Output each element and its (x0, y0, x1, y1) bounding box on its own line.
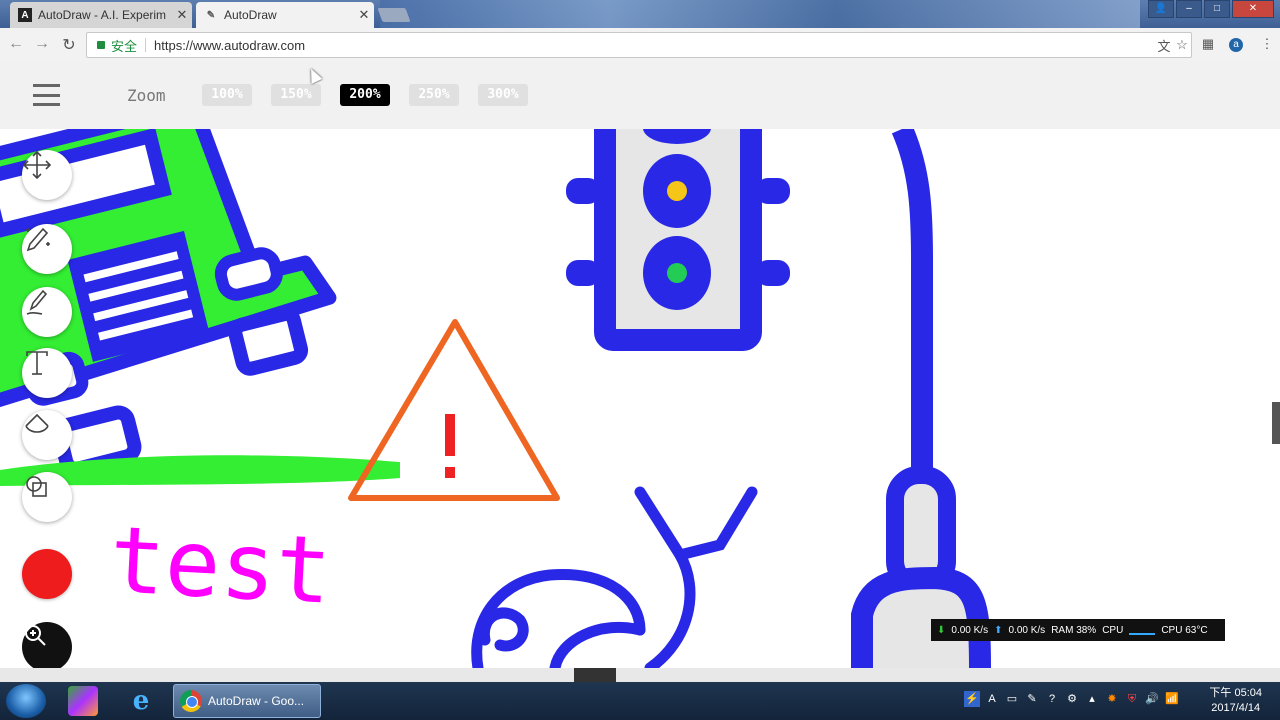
maximize-icon[interactable]: □ (1204, 0, 1230, 18)
tab-autodraw-experiments[interactable]: A AutoDraw - A.I. Experim ✕ (10, 2, 192, 28)
app-header: Zoom 100% 150% 200% 250% 300% (0, 62, 1280, 129)
reload-icon[interactable]: ↻ (59, 35, 79, 55)
vertical-scrollbar[interactable] (1272, 402, 1280, 444)
desktop-background (380, 0, 1140, 28)
zoom-200-button[interactable]: 200% (340, 84, 390, 106)
start-button[interactable] (6, 684, 46, 718)
tray-tool-icon[interactable]: ✎ (1024, 691, 1040, 707)
draw-tool-button[interactable] (22, 287, 72, 337)
system-tray: ⚡ A ▭ ✎ ? ⚙ ▴ ✸ ⛨ 🔊 📶 (964, 691, 1180, 707)
tray-app-icon[interactable]: ⚡ (964, 691, 980, 707)
tray-settings-icon[interactable]: ⚙ (1064, 691, 1080, 707)
account-icon[interactable]: a (1229, 38, 1243, 52)
zoom-150-button[interactable]: 150% (271, 84, 321, 106)
close-tab-icon[interactable]: ✕ (354, 7, 374, 23)
zoom-label: Zoom (127, 86, 166, 105)
window-controls: 👤 – □ ✕ (1148, 0, 1274, 18)
paint-bucket-icon (25, 413, 49, 433)
system-monitor-overlay: ⬇ 0.00 K/s ⬆ 0.00 K/s RAM 38% CPU CPU 63… (931, 619, 1225, 641)
fill-tool-button[interactable] (22, 410, 72, 460)
tab-autodraw[interactable]: ✎ AutoDraw ✕ (196, 2, 374, 28)
tab-title: AutoDraw - A.I. Experim (38, 8, 167, 22)
internet-explorer-icon[interactable]: e (126, 686, 156, 716)
magic-pencil-icon (26, 227, 50, 252)
hamburger-menu-icon[interactable] (33, 84, 60, 106)
type-tool-button[interactable] (22, 348, 72, 398)
translate-icon[interactable]: 文 (1155, 36, 1173, 55)
clock-date: 2017/4/14 (1211, 702, 1261, 714)
autodraw-favicon: A (18, 8, 32, 22)
tray-shield-icon[interactable]: ⛨ (1124, 691, 1140, 707)
zoom-in-icon (25, 625, 46, 646)
chrome-icon (180, 690, 202, 712)
forward-icon[interactable]: → (32, 35, 52, 53)
secure-label: 安全 (111, 38, 138, 54)
lock-icon (97, 41, 105, 49)
bookmark-star-icon[interactable]: ☆ (1173, 37, 1191, 53)
canvas-drawings: test (0, 129, 991, 668)
taskbar-task-label: AutoDraw - Goo... (208, 694, 305, 708)
horizontal-scrollbar-track[interactable] (0, 668, 1280, 682)
move-tool-button[interactable] (22, 150, 72, 200)
download-speed: 0.00 K/s (951, 624, 989, 636)
extension-icon[interactable]: ▦ (1199, 36, 1217, 52)
move-arrows-icon (22, 150, 52, 180)
network-icon[interactable]: 📶 (1164, 691, 1180, 707)
minimize-icon[interactable]: – (1176, 0, 1202, 18)
user-icon[interactable]: 👤 (1148, 0, 1174, 18)
traffic-light-drawing (566, 129, 790, 351)
tray-window-icon[interactable]: ▭ (1004, 691, 1020, 707)
upload-speed: 0.00 K/s (1008, 624, 1046, 636)
close-tab-icon[interactable]: ✕ (172, 7, 192, 23)
address-bar[interactable]: 安全 https://www.autodraw.com 文 ☆ (86, 32, 1192, 58)
pencil-icon (26, 289, 48, 315)
color-picker-button[interactable] (22, 549, 72, 599)
media-app-icon[interactable] (68, 686, 98, 716)
new-tab-button[interactable] (377, 8, 411, 22)
system-clock[interactable]: 下午 05:04 2017/4/14 (1209, 686, 1262, 716)
browser-toolbar: ← → ↻ 安全 https://www.autodraw.com 文 ☆ ▦ … (0, 28, 1280, 63)
windows-taskbar: e AutoDraw - Goo... ⚡ A ▭ ✎ ? ⚙ ▴ ✸ ⛨ 🔊 … (0, 682, 1280, 720)
back-icon[interactable]: ← (6, 35, 26, 53)
clock-time: 下午 05:04 (1209, 687, 1262, 699)
zoom-tool-button[interactable] (22, 622, 72, 668)
cpu-graph (1129, 625, 1156, 635)
browser-tab-strip: A AutoDraw - A.I. Experim ✕ ✎ AutoDraw ✕… (0, 0, 1280, 28)
horizontal-scrollbar-thumb[interactable] (574, 668, 616, 682)
drawing-canvas[interactable]: test (0, 129, 1280, 668)
autodraw-tool-button[interactable] (22, 224, 72, 274)
canvas-text-test: test (107, 506, 334, 624)
taskbar-chrome-autodraw[interactable]: AutoDraw - Goo... (173, 684, 321, 718)
close-window-icon[interactable]: ✕ (1232, 0, 1274, 18)
shapes-icon (26, 476, 47, 497)
street-lamp-drawing (851, 129, 991, 668)
text-t-icon (26, 351, 48, 375)
tray-security-icon[interactable]: ✸ (1104, 691, 1120, 707)
help-icon[interactable]: ? (1044, 691, 1060, 707)
snail-drawing (471, 486, 758, 668)
tab-title: AutoDraw (224, 8, 277, 22)
cpu-temperature: CPU 63°C (1161, 624, 1208, 636)
volume-icon[interactable]: 🔊 (1144, 691, 1160, 707)
ram-usage: RAM 38% (1051, 624, 1097, 636)
menu-dots-icon[interactable]: ⋮ (1258, 36, 1276, 52)
download-arrow-icon: ⬇ (937, 624, 946, 636)
zoom-250-button[interactable]: 250% (409, 84, 459, 106)
zoom-100-button[interactable]: 100% (202, 84, 252, 106)
shape-tool-button[interactable] (22, 472, 72, 522)
pencil-icon: ✎ (206, 9, 216, 21)
url-text[interactable]: https://www.autodraw.com (154, 38, 1155, 53)
input-method-icon[interactable]: A (984, 691, 1000, 707)
zoom-300-button[interactable]: 300% (478, 84, 528, 106)
show-hidden-icon[interactable]: ▴ (1084, 691, 1100, 707)
divider (145, 38, 147, 52)
upload-arrow-icon: ⬆ (994, 624, 1003, 636)
cpu-label: CPU (1102, 624, 1124, 636)
